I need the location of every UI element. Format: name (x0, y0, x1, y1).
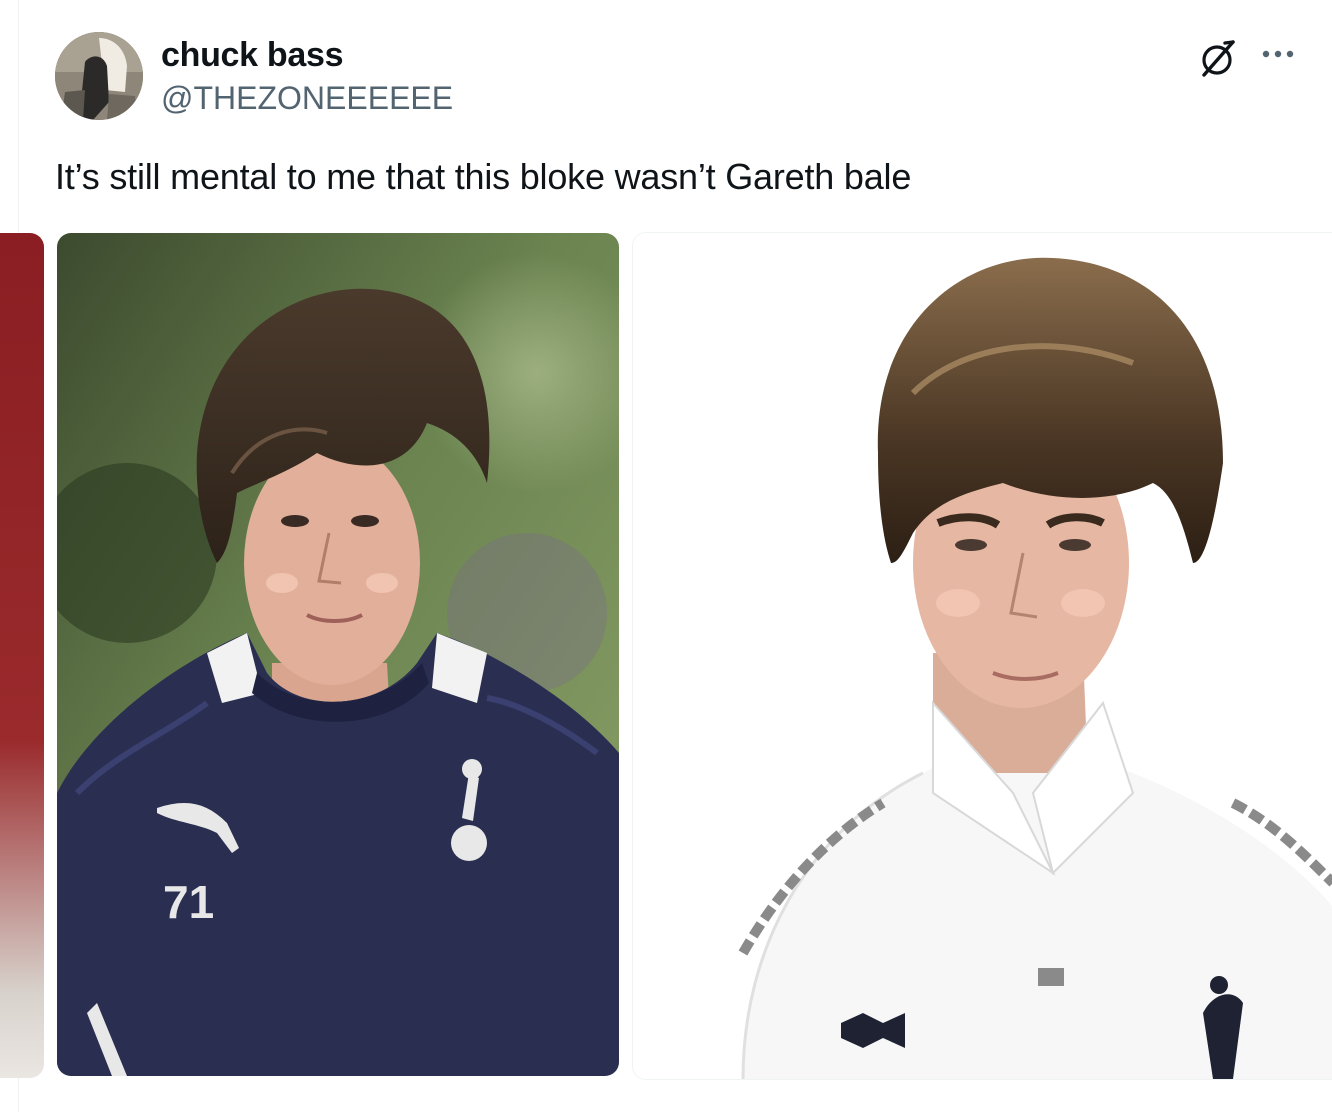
grok-icon[interactable] (1195, 36, 1239, 80)
tweet-card: chuck bass @THEZONEEEEEE It’s still ment… (0, 0, 1332, 1112)
author-display-name[interactable]: chuck bass (161, 36, 344, 75)
user-avatar[interactable] (55, 32, 143, 120)
media-carousel: 71 (0, 230, 1332, 1080)
media-photo-previous[interactable] (0, 233, 44, 1078)
author-handle[interactable]: @THEZONEEEEEE (161, 80, 453, 117)
avatar-image (55, 32, 143, 120)
photo-left-image: 71 (57, 233, 619, 1076)
shirt-number: 71 (163, 876, 214, 928)
media-photo-left[interactable]: 71 (57, 233, 619, 1076)
more-options-icon[interactable] (1256, 36, 1300, 72)
photo-right-image (633, 233, 1332, 1079)
media-photo-right[interactable] (632, 232, 1332, 1080)
tweet-text: It’s still mental to me that this bloke … (55, 156, 912, 197)
